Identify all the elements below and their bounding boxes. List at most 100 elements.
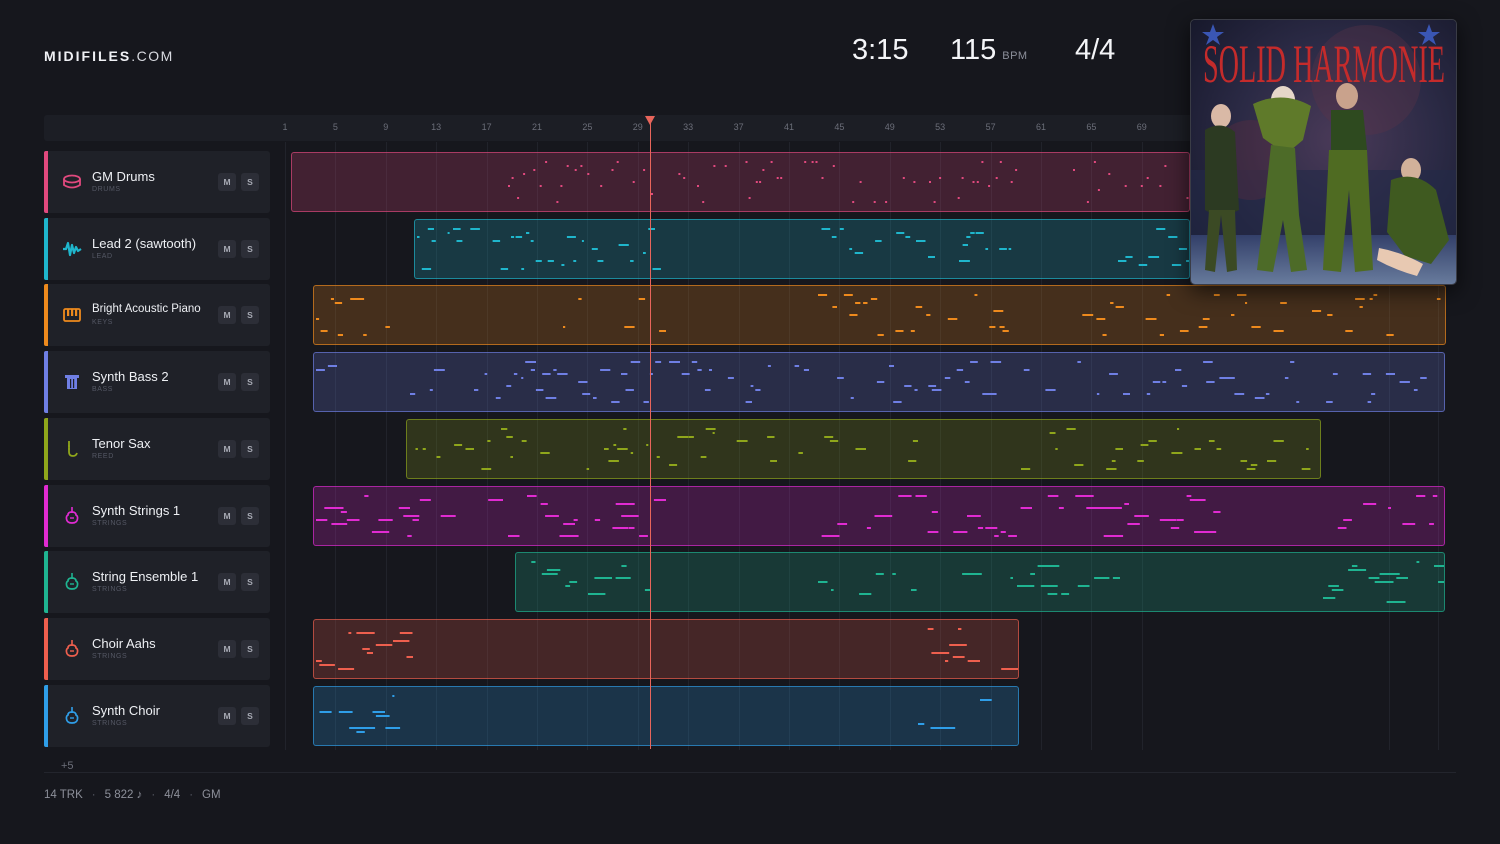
solo-button[interactable]: S — [241, 239, 259, 258]
note — [855, 302, 861, 305]
note — [1110, 302, 1114, 305]
note — [375, 643, 393, 646]
track-header[interactable]: Synth Strings 1 STRINGS M S — [44, 484, 270, 547]
note — [1326, 401, 1333, 404]
note — [994, 534, 999, 537]
note — [453, 227, 461, 230]
midi-clip[interactable] — [406, 418, 1321, 479]
note — [999, 161, 1002, 163]
note — [508, 534, 520, 537]
note — [320, 330, 328, 333]
note — [1296, 401, 1300, 404]
solo-button[interactable]: S — [241, 639, 259, 658]
note — [406, 655, 413, 658]
note — [1077, 361, 1081, 364]
note — [818, 581, 828, 584]
mute-button[interactable]: M — [218, 239, 236, 258]
note — [316, 659, 322, 662]
track-header[interactable]: Bright Acoustic Piano KEYS M S — [44, 284, 270, 347]
playhead-line[interactable] — [650, 123, 651, 749]
note — [407, 534, 412, 537]
midi-clip[interactable] — [313, 285, 1446, 346]
mute-button[interactable]: M — [218, 306, 236, 325]
status-separator: · — [151, 789, 156, 801]
note — [852, 201, 855, 203]
piano-keys-icon — [62, 305, 82, 325]
track-name: Bright Acoustic Piano — [92, 303, 201, 316]
note — [989, 326, 996, 329]
track-header[interactable]: Lead 2 (sawtooth) LEAD M S — [44, 217, 270, 280]
solo-button[interactable]: S — [241, 573, 259, 592]
note — [977, 526, 984, 529]
solo-button[interactable]: S — [241, 506, 259, 525]
midi-clip[interactable] — [291, 152, 1190, 212]
midi-clip[interactable] — [414, 218, 1190, 279]
playhead-marker[interactable] — [645, 116, 655, 125]
note — [403, 514, 420, 517]
mute-button[interactable]: M — [218, 439, 236, 458]
track-header[interactable]: Synth Bass 2 BASS M S — [44, 351, 270, 414]
solo-button[interactable]: S — [241, 173, 259, 191]
track-header[interactable]: GM Drums DRUMS M S — [44, 151, 270, 213]
note — [385, 726, 401, 729]
note — [1123, 393, 1130, 396]
note — [530, 369, 535, 372]
note — [762, 169, 765, 171]
track-header[interactable]: Choir Aahs STRINGS M S — [44, 617, 270, 680]
note — [495, 397, 501, 400]
midi-clip[interactable] — [313, 685, 1019, 746]
solo-button[interactable]: S — [241, 439, 259, 458]
note — [540, 502, 548, 505]
note — [410, 393, 416, 396]
solo-button[interactable]: S — [241, 706, 259, 725]
note — [412, 518, 419, 521]
solo-button[interactable]: S — [241, 373, 259, 392]
note — [500, 267, 509, 270]
note — [829, 439, 839, 442]
note — [624, 326, 635, 329]
note — [1203, 361, 1213, 364]
note — [957, 197, 960, 199]
note — [927, 530, 939, 533]
track-header[interactable]: Tenor Sax REED M S — [44, 417, 270, 480]
mute-button[interactable]: M — [218, 506, 236, 525]
mute-button[interactable]: M — [218, 373, 236, 392]
note — [1368, 577, 1380, 580]
note — [1115, 306, 1124, 309]
more-tracks-indicator[interactable]: +5 — [61, 760, 74, 772]
status-midi-standard: GM — [202, 789, 221, 801]
note — [697, 369, 702, 372]
track-header[interactable]: String Ensemble 1 STRINGS M S — [44, 551, 270, 614]
track-color-bar — [44, 151, 48, 213]
mute-button[interactable]: M — [218, 573, 236, 592]
note — [521, 377, 524, 380]
track-header[interactable]: Synth Choir STRINGS M S — [44, 684, 270, 747]
status-time-signature: 4/4 — [164, 789, 181, 801]
note — [1061, 593, 1070, 596]
ruler-tick-label: 45 — [834, 122, 845, 132]
note — [875, 573, 884, 576]
midi-clip[interactable] — [313, 618, 1019, 679]
note — [540, 451, 550, 454]
status-separator: · — [189, 789, 194, 801]
note — [1166, 294, 1171, 297]
midi-clip[interactable] — [313, 352, 1445, 413]
note — [1010, 181, 1013, 183]
mute-button[interactable]: M — [218, 706, 236, 725]
solo-button[interactable]: S — [241, 306, 259, 325]
mute-button[interactable]: M — [218, 173, 236, 191]
note — [755, 181, 758, 183]
note — [821, 227, 831, 230]
note — [1331, 589, 1344, 592]
note — [1396, 577, 1408, 580]
note — [421, 267, 432, 270]
midi-clip[interactable] — [313, 485, 1445, 546]
midi-clip[interactable] — [515, 552, 1445, 613]
note — [1429, 522, 1434, 525]
note — [630, 259, 634, 262]
note — [898, 494, 912, 497]
note — [630, 361, 641, 364]
track-color-bar — [44, 217, 48, 280]
mute-button[interactable]: M — [218, 639, 236, 658]
note — [915, 306, 923, 309]
